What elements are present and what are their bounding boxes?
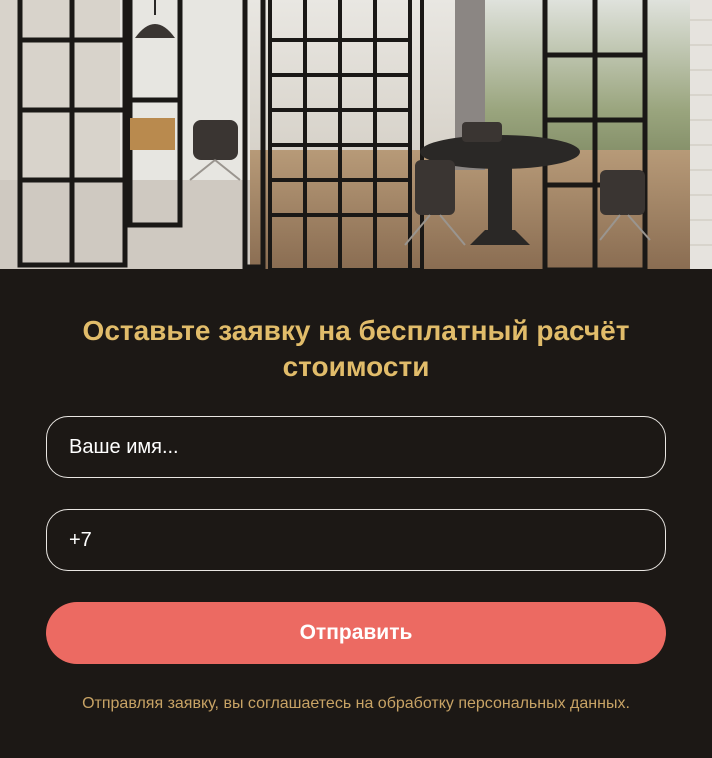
request-modal: Оставьте заявку на бесплатный расчёт сто… — [0, 0, 712, 758]
submit-button[interactable]: Отправить — [46, 602, 666, 664]
form-section: Оставьте заявку на бесплатный расчёт сто… — [0, 269, 712, 758]
name-input[interactable] — [46, 416, 666, 478]
hero-photo — [0, 0, 712, 269]
phone-input[interactable] — [46, 509, 666, 571]
form-title: Оставьте заявку на бесплатный расчёт сто… — [82, 315, 630, 382]
consent-text: Отправляя заявку, вы соглашаетесь на обр… — [82, 695, 630, 712]
